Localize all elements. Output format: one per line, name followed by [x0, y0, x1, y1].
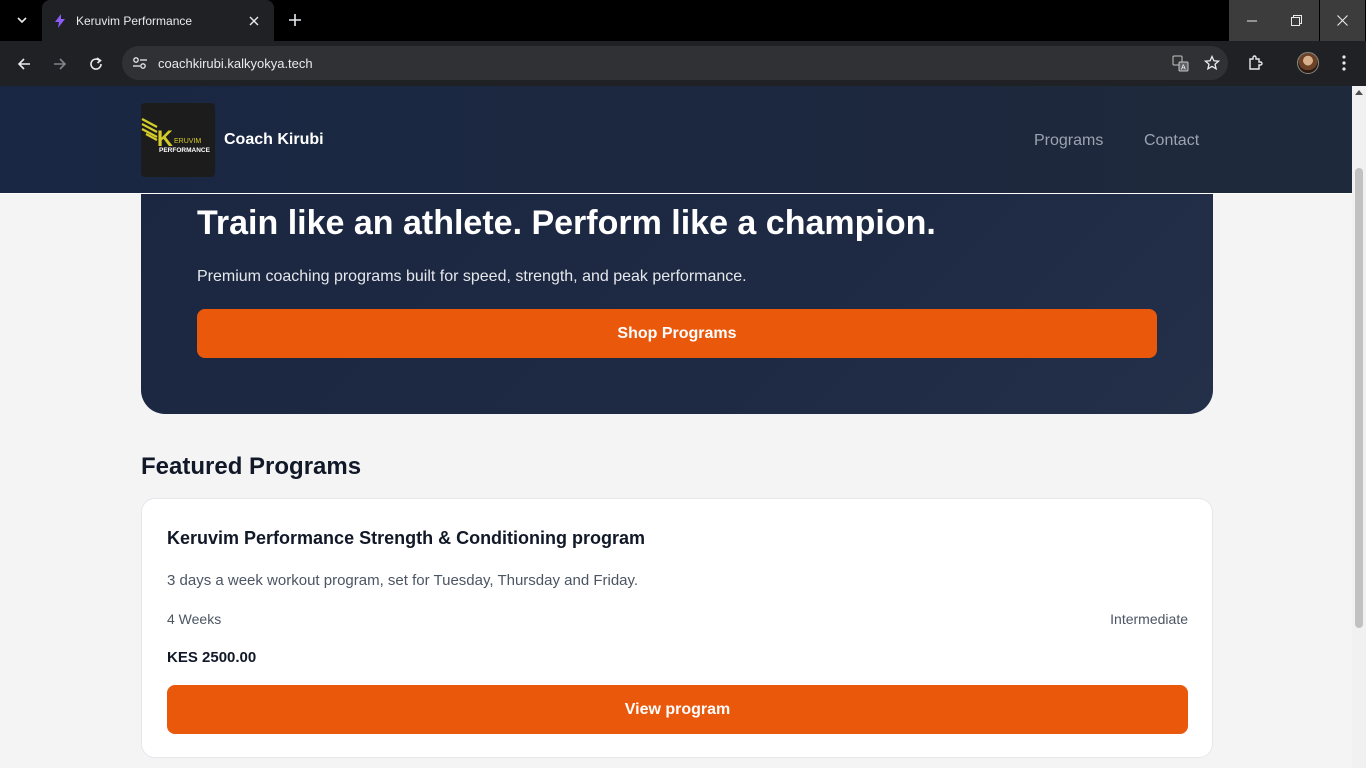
site-info-icon[interactable] [122, 56, 158, 70]
program-description: 3 days a week workout program, set for T… [167, 572, 639, 589]
back-arrow-icon[interactable] [9, 49, 39, 79]
translate-icon[interactable]: A [1164, 55, 1196, 72]
close-icon[interactable] [244, 11, 264, 31]
svg-text:PERFORMANCE: PERFORMANCE [159, 147, 211, 154]
svg-text:A: A [1181, 64, 1186, 71]
tab-title: Keruvim Performance [76, 13, 193, 28]
program-duration: 4 Weeks [167, 611, 222, 627]
browser-toolbar: coachkirubi.kalkyokya.tech A [0, 41, 1366, 86]
favicon-bolt-icon [55, 13, 65, 28]
svg-text:ERUVIM: ERUVIM [174, 138, 201, 145]
program-price: KES 2500.00 [167, 649, 257, 666]
avatar[interactable] [1297, 52, 1319, 74]
hero-subtitle: Premium coaching programs built for spee… [197, 268, 747, 285]
featured-programs-title: Featured Programs [141, 453, 362, 480]
extensions-icon[interactable] [1242, 49, 1270, 77]
reload-icon[interactable] [81, 49, 111, 79]
shop-programs-button[interactable]: Shop Programs [197, 309, 1157, 358]
url-text[interactable]: coachkirubi.kalkyokya.tech [158, 56, 1164, 71]
browser-tab-strip: Keruvim Performance [0, 0, 1366, 41]
more-vert-icon[interactable] [1330, 49, 1358, 77]
close-window-icon[interactable] [1320, 0, 1365, 41]
tab-search-icon[interactable] [8, 6, 36, 34]
brand-name[interactable]: Coach Kirubi [224, 131, 324, 149]
plus-icon[interactable] [282, 7, 308, 33]
nav-programs-link[interactable]: Programs [1034, 132, 1103, 150]
page-viewport: Train like an athlete. Perform like a ch… [0, 86, 1352, 768]
scroll-up-arrow-icon[interactable] [1355, 90, 1363, 95]
forward-arrow-icon[interactable] [45, 49, 75, 79]
hero-title: Train like an athlete. Perform like a ch… [197, 204, 936, 242]
program-card: Keruvim Performance Strength & Condition… [141, 498, 1213, 758]
nav-contact-link[interactable]: Contact [1144, 132, 1199, 150]
scroll-thumb[interactable] [1355, 168, 1363, 628]
minimize-icon[interactable] [1229, 0, 1274, 41]
keruvim-logo[interactable]: K ERUVIM PERFORMANCE [141, 103, 215, 177]
page-scrollbar[interactable] [1352, 86, 1366, 768]
address-bar[interactable]: coachkirubi.kalkyokya.tech A [122, 46, 1228, 80]
star-icon[interactable] [1196, 55, 1228, 71]
browser-tab[interactable]: Keruvim Performance [42, 0, 274, 41]
restore-icon[interactable] [1274, 0, 1319, 41]
program-level: Intermediate [1110, 611, 1188, 627]
program-title: Keruvim Performance Strength & Condition… [167, 528, 646, 548]
view-program-button[interactable]: View program [167, 685, 1188, 734]
site-header: K ERUVIM PERFORMANCE Coach Kirubi Progra… [0, 86, 1352, 194]
